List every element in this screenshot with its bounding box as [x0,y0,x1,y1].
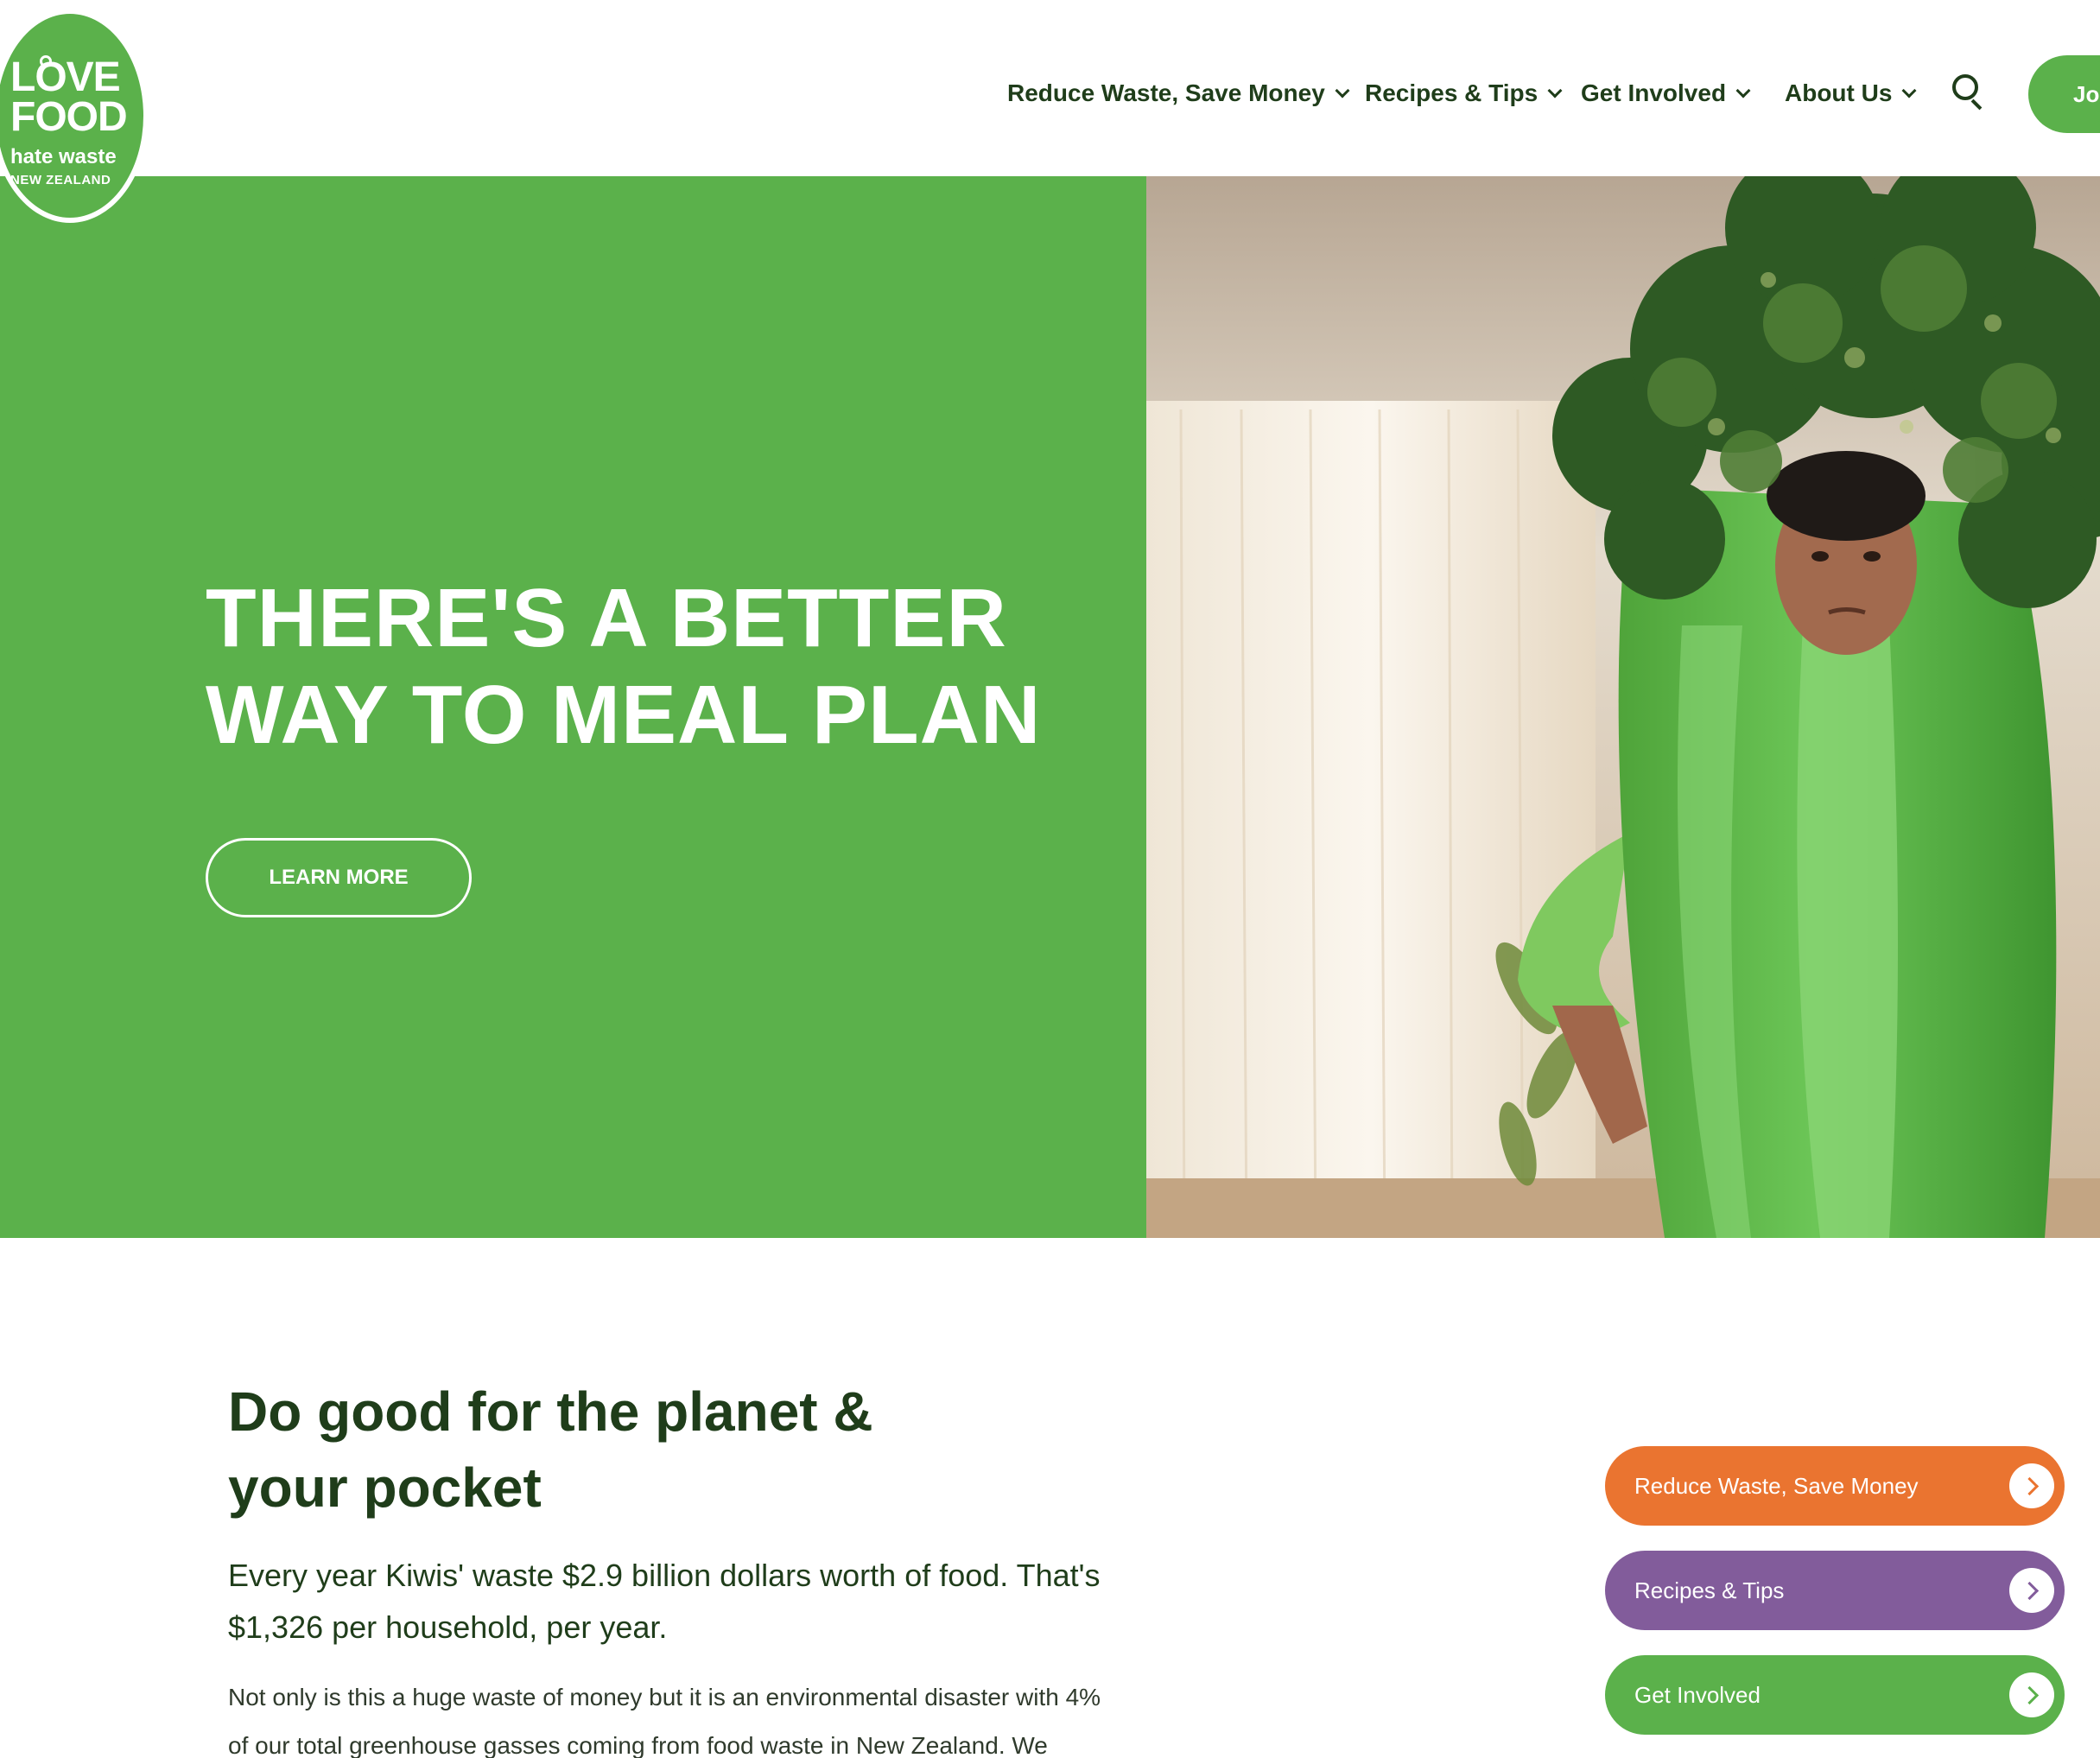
leaf-icon [40,55,52,67]
intro-title: Do good for the planet & your pocket [228,1380,873,1519]
chevron-down-icon [1901,83,1917,98]
hero-photo [1146,176,2100,1238]
intro-lead-text: Every year Kiwis' waste $2.9 billion dol… [228,1558,1101,1645]
hero-image-broccoli-costume [1146,176,2100,1238]
nav-item-label: Get Involved [1581,79,1727,106]
cta-get-involved-button[interactable]: Get Involved [1605,1655,2065,1735]
nav-item-label: Reduce Waste, Save Money [1007,79,1325,106]
logo-line-new-zealand: NEW ZEALAND [10,173,111,187]
chevron-down-icon [1735,83,1751,98]
learn-more-button[interactable]: LEARN MORE [206,838,472,917]
nav-item-label: Recipes & Tips [1365,79,1539,106]
site-header: LOVE FOOD hate waste NEW ZEALAND Reduce … [0,0,2100,223]
nav-item-get-involved[interactable]: Get Involved [1581,73,1751,114]
nav-item-reduce-waste[interactable]: Reduce Waste, Save Money [1007,73,1350,114]
search-icon[interactable] [1951,73,1985,111]
cta-recipes-tips-button[interactable]: Recipes & Tips [1605,1551,2065,1630]
hero-title: THERE'S A BETTER WAY TO MEAL PLAN [206,572,1042,761]
nav-item-about-us[interactable]: About Us [1785,73,1917,114]
intro-body-text: Not only is this a huge waste of money b… [228,1684,1101,1758]
join-button[interactable]: Join [2028,55,2100,133]
chevron-right-icon [2009,1568,2054,1613]
chevron-right-icon [2009,1672,2054,1717]
chevron-down-icon [1547,83,1563,98]
logo-line-love: LOVE [10,54,121,100]
chevron-right-icon [2009,1463,2054,1508]
cta-label: Reduce Waste, Save Money [1634,1472,1919,1499]
nav-item-label: About Us [1785,79,1893,106]
nav-item-recipes-tips[interactable]: Recipes & Tips [1365,73,1563,114]
cta-reduce-waste-button[interactable]: Reduce Waste, Save Money [1605,1446,2065,1526]
logo-line-hate-waste: hate waste [10,145,117,168]
cta-label: Get Involved [1634,1681,1761,1708]
logo-line-food: FOOD [10,94,128,140]
chevron-down-icon [1335,83,1350,98]
cta-label: Recipes & Tips [1634,1577,1785,1603]
